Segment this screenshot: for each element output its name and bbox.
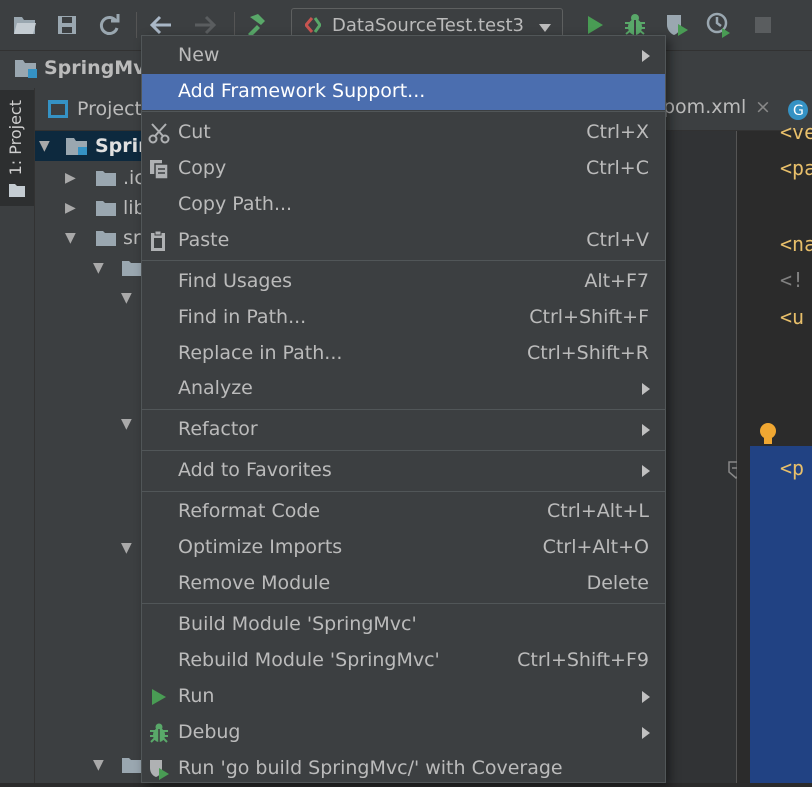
project-view-icon [48, 100, 68, 118]
submenu-arrow-icon [642, 465, 650, 477]
menu-item-build-module[interactable]: Build Module 'SpringMvc' [142, 607, 665, 643]
menu-separator [142, 603, 665, 604]
tree-node-label: sr [123, 227, 141, 249]
profiler-clock-icon[interactable] [704, 10, 734, 40]
tab-pom-xml[interactable]: pom.xml [663, 96, 746, 118]
close-icon[interactable]: × [755, 96, 771, 118]
submenu-arrow-icon [642, 691, 650, 703]
menu-item-replace-in-path[interactable]: Replace in Path... Ctrl+Shift+R [142, 336, 665, 372]
menu-item-add-framework-support[interactable]: Add Framework Support... [142, 74, 665, 110]
tree-node-lib[interactable]: ▶ lib [65, 193, 146, 223]
menu-item-remove-module[interactable]: Remove Module Delete [142, 566, 665, 602]
sync-icon[interactable] [94, 10, 124, 40]
code-line: <u [780, 305, 805, 329]
submenu-arrow-icon [642, 383, 650, 395]
scissors-icon [148, 122, 170, 144]
menu-item-analyze[interactable]: Analyze [142, 371, 665, 407]
folder-icon [122, 758, 142, 773]
tree-node-expander[interactable]: ▼ [121, 533, 139, 563]
menu-item-run-with-coverage[interactable]: Run 'go build SpringMvc/' with Coverage [142, 751, 665, 787]
code-line: <! [780, 268, 805, 292]
module-folder-icon [15, 60, 37, 78]
menu-item-debug[interactable]: Debug [142, 715, 665, 751]
menu-separator [142, 409, 665, 410]
paste-icon [148, 230, 170, 252]
editor-selection [750, 446, 812, 783]
menu-item-reformat-code[interactable]: Reformat Code Ctrl+Alt+L [142, 494, 665, 530]
breadcrumb-project: SpringMvc [44, 57, 157, 79]
tree-node-expander[interactable]: ▼ [93, 750, 143, 780]
menu-separator [142, 111, 665, 112]
editor-gutter [663, 131, 744, 783]
menu-item-add-to-favorites[interactable]: Add to Favorites [142, 453, 665, 489]
code-line: <pa [780, 156, 812, 180]
tree-node-src[interactable]: ▼ sr [65, 223, 141, 253]
menu-item-cut[interactable]: Cut Ctrl+X [142, 115, 665, 151]
folder-icon [96, 201, 116, 216]
submenu-arrow-icon [642, 424, 650, 436]
tree-node-root[interactable]: ▼ Sprin [39, 131, 152, 161]
menu-item-run[interactable]: Run [142, 679, 665, 715]
coverage-icon [148, 758, 170, 780]
tree-node-expander[interactable]: ▼ [121, 409, 139, 439]
menu-item-copy[interactable]: Copy Ctrl+C [142, 151, 665, 187]
debug-icon [148, 722, 170, 744]
submenu-arrow-icon [642, 50, 650, 62]
menu-item-refactor[interactable]: Refactor [142, 412, 665, 448]
code-line: <na [780, 232, 812, 256]
menu-separator [142, 450, 665, 451]
menu-item-optimize-imports[interactable]: Optimize Imports Ctrl+Alt+O [142, 530, 665, 566]
tree-node-idea[interactable]: ▶ .ic [65, 163, 145, 193]
lightbulb-icon[interactable] [758, 422, 778, 450]
menu-item-paste[interactable]: Paste Ctrl+V [142, 223, 665, 259]
open-folder-icon[interactable] [10, 10, 40, 40]
project-panel-title: Project [77, 98, 143, 120]
folder-icon [122, 261, 142, 276]
menu-separator [142, 260, 665, 261]
folder-icon [96, 171, 116, 186]
module-folder-icon [66, 138, 87, 155]
submenu-arrow-icon [642, 727, 650, 739]
svg-text:G: G [793, 103, 804, 119]
menu-separator [142, 491, 665, 492]
tab-project[interactable]: 1: Project [0, 90, 34, 206]
menu-item-find-usages[interactable]: Find Usages Alt+F7 [142, 264, 665, 300]
folder-icon [9, 184, 25, 197]
tree-node-expander[interactable]: ▼ [121, 283, 139, 313]
menu-item-rebuild-module[interactable]: Rebuild Module 'SpringMvc' Ctrl+Shift+F9 [142, 643, 665, 679]
folder-icon [96, 231, 116, 246]
copy-icon [148, 158, 170, 180]
breadcrumb[interactable]: SpringMvc [14, 57, 157, 79]
context-menu: New Add Framework Support... Cut Ctrl+X … [141, 35, 666, 783]
test-config-icon [302, 16, 324, 34]
run-with-coverage-icon[interactable] [662, 10, 692, 40]
tree-node-expander[interactable]: ▼ [93, 253, 143, 283]
run-icon [148, 686, 170, 708]
save-icon[interactable] [52, 10, 82, 40]
menu-item-find-in-path[interactable]: Find in Path... Ctrl+Shift+F [142, 300, 665, 336]
run-config-label: DataSourceTest.test3 [332, 14, 524, 36]
menu-item-new[interactable]: New [142, 38, 665, 74]
menu-item-copy-path[interactable]: Copy Path... [142, 187, 665, 223]
tab-project-label: 1: Project [6, 100, 25, 176]
stop-icon[interactable] [748, 10, 778, 40]
code-line: <p [780, 456, 805, 480]
code-line: <ve [780, 120, 812, 144]
left-tool-strip: 1: Project [0, 88, 35, 783]
